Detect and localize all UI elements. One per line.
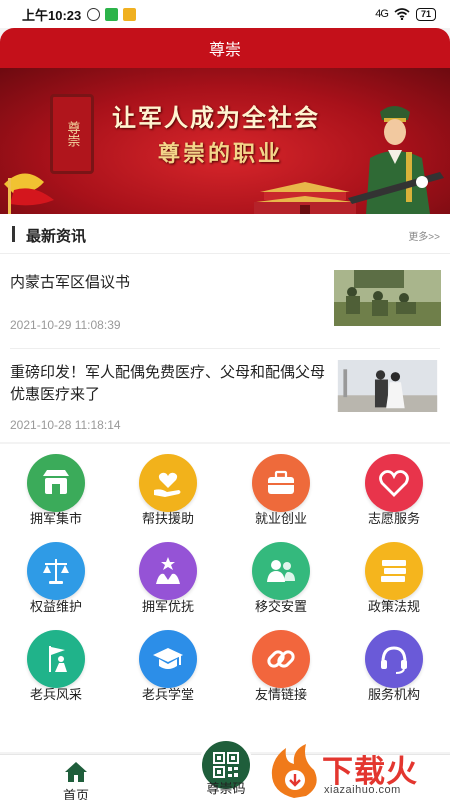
heart-icon (365, 454, 423, 512)
briefcase-icon (252, 454, 310, 512)
news-header: 最新资讯 更多>> (0, 214, 450, 254)
banner-subheadline: 尊崇的职业 (158, 141, 284, 167)
news-item[interactable]: 重磅印发！军人配偶免费医疗、父母和配偶父母优惠医疗来了 2021-10-28 1… (0, 348, 450, 442)
news-more-link[interactable]: 更多>> (408, 228, 440, 243)
status-time: 上午10:23 (22, 7, 82, 23)
heart-hand-icon (139, 454, 197, 512)
store-icon (27, 454, 85, 512)
status-bar: 上午10:23 4G 71 (0, 0, 450, 28)
service-label: 志愿服务 (367, 511, 420, 526)
alarm-icon (87, 7, 101, 21)
service-label: 老兵学堂 (141, 687, 194, 702)
news-item-title: 重磅印发！军人配偶免费医疗、父母和配偶父母优惠医疗来了 (10, 364, 326, 403)
service-label: 老兵风采 (29, 687, 82, 702)
news-item[interactable]: 内蒙古军区倡议书 2021-10-29 11:08:39 (0, 254, 450, 348)
service-item-rights[interactable]: 权益维护 (0, 534, 112, 620)
news-section-title: 最新资讯 (26, 228, 87, 245)
qr-code-icon (213, 752, 239, 778)
service-item-institutions[interactable]: 服务机构 (338, 622, 450, 708)
flag-person-icon (27, 630, 85, 688)
cellular-signal-icon: 4G (375, 8, 389, 20)
service-item-resettlement[interactable]: 移交安置 (225, 534, 337, 620)
scales-icon (27, 542, 85, 600)
service-item-employment[interactable]: 就业创业 (225, 446, 337, 532)
banner-seal: 尊崇 (50, 94, 94, 174)
service-item-preferential[interactable]: 拥军优抚 (112, 534, 224, 620)
service-label: 就业创业 (254, 511, 307, 526)
service-item-friend-links[interactable]: 友情链接 (225, 622, 337, 708)
news-item-date: 2021-10-28 11:18:14 (10, 418, 121, 432)
star-people-icon (139, 542, 197, 600)
soldier-figure-icon (348, 106, 444, 214)
banner-headline: 让军人成为全社会 (112, 103, 320, 132)
message-notification-icon (123, 7, 137, 21)
service-item-veteran-style[interactable]: 老兵风采 (0, 622, 112, 708)
app-notification-icon (105, 7, 119, 21)
page-title: 尊崇 (208, 42, 241, 59)
graduation-cap-icon (139, 630, 197, 688)
service-label: 帮扶援助 (141, 511, 194, 526)
section-accent-bar (12, 226, 15, 242)
news-thumbnail-image (337, 360, 438, 412)
news-section: 最新资讯 更多>> 内蒙古军区倡议书 2021-10-29 11:08:39 重… (0, 214, 450, 442)
people-icon (252, 542, 310, 600)
news-thumbnail-image (334, 270, 441, 326)
service-label: 拥军集市 (29, 511, 82, 526)
page-header: 尊崇 (0, 28, 450, 68)
news-item-title: 内蒙古军区倡议书 (10, 274, 131, 291)
watermark-url: xiazaihuo.com (324, 784, 401, 796)
headset-icon (365, 630, 423, 688)
service-label: 移交安置 (254, 599, 307, 614)
service-label: 拥军优抚 (141, 599, 194, 614)
news-item-date: 2021-10-29 11:08:39 (10, 318, 121, 332)
service-item-veteran-school[interactable]: 老兵学堂 (112, 622, 224, 708)
battery-icon: 71 (415, 7, 436, 21)
nav-qr-label[interactable]: 尊崇码 (190, 778, 262, 797)
service-item-policy[interactable]: 政策法规 (338, 534, 450, 620)
books-icon (365, 542, 423, 600)
service-grid: 拥军集市 帮扶援助 就业创业 志愿服务 权益维护 拥军优抚 移交安置 政策法规 … (0, 444, 450, 752)
wifi-icon (394, 8, 410, 20)
service-item-assistance[interactable]: 帮扶援助 (112, 446, 224, 532)
home-icon (65, 762, 87, 782)
nav-home-label: 首页 (62, 788, 89, 800)
nav-home[interactable]: 首页 (48, 761, 104, 800)
promo-banner[interactable]: 尊崇 让军人成为全社会 尊崇的职业 (0, 68, 450, 214)
service-item-volunteer[interactable]: 志愿服务 (338, 446, 450, 532)
service-label: 权益维护 (29, 599, 82, 614)
service-label: 政策法规 (367, 599, 420, 614)
service-label: 服务机构 (367, 687, 420, 702)
service-item-market[interactable]: 拥军集市 (0, 446, 112, 532)
link-icon (252, 630, 310, 688)
service-label: 友情链接 (254, 687, 307, 702)
